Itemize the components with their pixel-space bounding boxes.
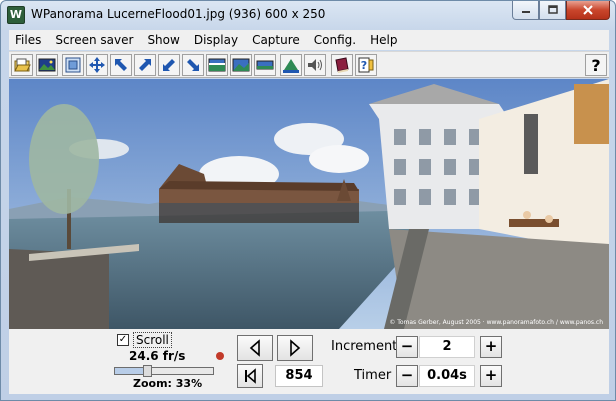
picture-icon [38,58,56,72]
timer-decrease-button[interactable]: − [396,365,418,387]
scroll-right-down-button[interactable] [182,54,204,76]
menu-display[interactable]: Display [187,30,245,50]
move-button[interactable] [86,54,108,76]
book-button[interactable] [331,54,353,76]
menu-bar: Files Screen saver Show Display Capture … [9,30,609,50]
maximize-button[interactable] [539,1,566,20]
title-bar[interactable]: W WPanorama LucerneFlood01.jpg (936) 600… [1,1,615,29]
scroll-checkbox[interactable]: ✓ [117,334,129,346]
mountain-icon [283,59,299,73]
triangle-right-icon [290,339,301,357]
menu-files[interactable]: Files [9,30,48,50]
menu-capture[interactable]: Capture [245,30,307,50]
menu-screen-saver[interactable]: Screen saver [48,30,140,50]
arrow-down-left-icon [163,59,175,71]
increment-decrease-button[interactable]: − [396,336,418,358]
fit-window-button[interactable] [62,54,84,76]
previous-frame-button[interactable] [237,335,273,361]
four-way-arrow-icon [89,57,105,73]
arrow-up-left-icon [115,59,127,71]
open-file-button[interactable] [11,54,33,76]
panorama-wide-icon [232,58,250,72]
svg-text:?: ? [361,59,367,72]
speaker-icon [308,59,322,71]
window-title: WPanorama LucerneFlood01.jpg (936) 600 x… [31,7,326,21]
controls-panel: ✓ Scroll 24.6 fr/s Zoom: 33% 854 Increme… [9,329,609,394]
first-frame-button[interactable] [237,364,263,388]
close-icon [583,5,593,15]
zoom-slider[interactable] [114,365,214,377]
photo-credit: © Tomas Gerber, August 2005 · www.panora… [389,319,603,326]
minimize-button[interactable] [512,1,539,20]
view-mode-2-button[interactable] [230,54,252,76]
zoom-slider-thumb[interactable] [143,365,153,377]
landscape-button[interactable] [36,54,58,76]
close-button[interactable] [566,1,610,20]
caption-buttons [512,1,610,21]
frame-rate: 24.6 fr/s [129,349,186,363]
context-help-button[interactable]: ? [585,54,607,76]
timer-value[interactable]: 0.04s [419,365,475,387]
toolbar: ? ? [9,51,609,78]
frame-number: 854 [275,365,323,387]
panorama-strip-icon [208,58,226,72]
scroll-label[interactable]: Scroll [133,332,172,348]
scroll-left-up-button[interactable] [110,54,132,76]
app-window: W WPanorama LucerneFlood01.jpg (936) 600… [0,0,616,401]
increment-label: Increment [331,339,398,354]
fit-window-icon [65,57,81,73]
open-folder-icon [14,58,31,72]
arrow-down-right-icon [187,59,199,71]
maximize-icon [547,5,558,14]
view-mode-3-button[interactable] [254,54,276,76]
next-frame-button[interactable] [277,335,313,361]
scroll-right-up-button[interactable] [134,54,156,76]
view-mode-1-button[interactable] [206,54,228,76]
help-book-button[interactable]: ? [355,54,377,76]
menu-help[interactable]: Help [363,30,404,50]
record-indicator-icon [216,352,224,360]
sound-button[interactable] [304,54,326,76]
mountain-button[interactable] [280,54,302,76]
panorama-image [9,79,609,329]
timer-label: Timer [354,368,392,383]
timer-increase-button[interactable]: + [480,365,502,387]
skip-to-start-icon [245,368,256,384]
scroll-left-down-button[interactable] [158,54,180,76]
book-icon [335,57,349,73]
zoom-label: Zoom: 33% [133,377,203,390]
menu-config[interactable]: Config. [307,30,363,50]
menu-show[interactable]: Show [140,30,186,50]
panorama-flat-icon [256,60,274,70]
triangle-left-icon [249,339,260,357]
increment-value[interactable]: 2 [419,336,475,358]
help-document-icon: ? [358,57,374,73]
increment-increase-button[interactable]: + [480,336,502,358]
wpanorama-app-icon[interactable]: W [7,6,25,24]
minimize-icon [521,11,530,13]
panorama-viewport[interactable]: © Tomas Gerber, August 2005 · www.panora… [9,79,609,329]
arrow-up-right-icon [139,59,151,71]
